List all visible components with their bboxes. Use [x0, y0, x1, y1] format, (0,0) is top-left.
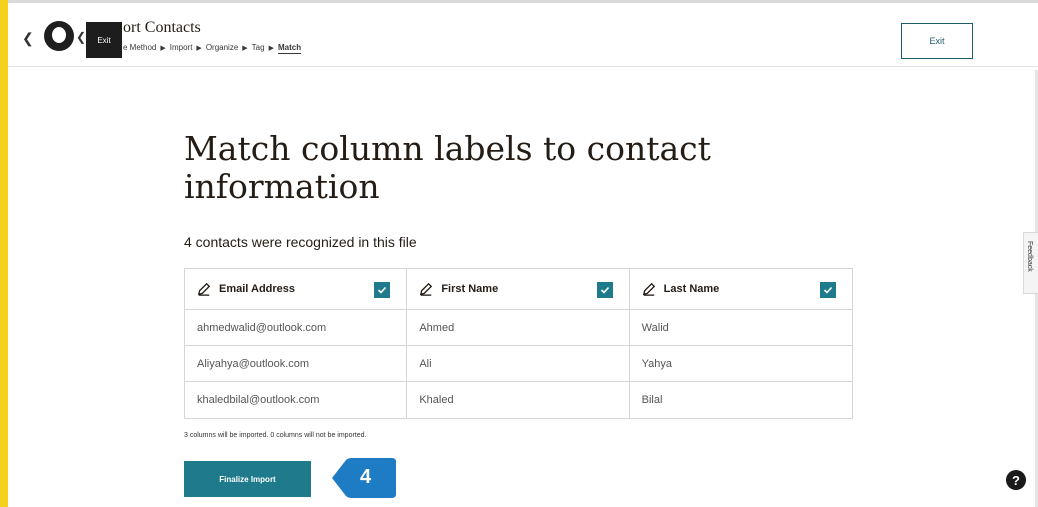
- table-cell: Walid: [641, 321, 669, 334]
- exit-tooltip: Exit: [86, 22, 122, 58]
- table-cell: Ali: [407, 346, 630, 381]
- column-checkbox-first-name[interactable]: [596, 282, 613, 298]
- checkmark-icon: [823, 286, 833, 294]
- pencil-icon[interactable]: [642, 282, 656, 296]
- pencil-icon[interactable]: [419, 282, 433, 296]
- main-heading: Match column labels to contact informati…: [184, 129, 711, 206]
- breadcrumb-item-import[interactable]: Import: [170, 43, 193, 52]
- column-header-email[interactable]: Email Address: [185, 269, 408, 309]
- finalize-import-button[interactable]: Finalize Import: [184, 461, 311, 497]
- table-row: ahmedwalid@outlook.com Ahmed Walid: [185, 310, 852, 346]
- chevron-left-icon[interactable]: ❮: [22, 30, 34, 47]
- column-header-first-name[interactable]: First Name: [407, 269, 630, 309]
- column-label: First Name: [441, 283, 499, 295]
- freddie-logo-icon[interactable]: [44, 21, 74, 51]
- column-checkbox-last-name[interactable]: [819, 282, 836, 298]
- checkmark-icon: [600, 286, 609, 294]
- help-button[interactable]: ?: [1006, 470, 1026, 490]
- breadcrumb: e Method ▶ Import ▶ Organize ▶ Tag ▶ Match: [123, 43, 301, 52]
- table-row: Aliyahya@outlook.com Ali Yahya: [185, 346, 852, 382]
- breadcrumb-item-organize[interactable]: Organize: [206, 43, 238, 52]
- breadcrumb-item-tag[interactable]: Tag: [252, 43, 265, 52]
- column-header-last-name[interactable]: Last Name: [630, 269, 852, 309]
- header-bar: ❮ ❮ ort Contacts e Method ▶ Import ▶ Organiz…: [8, 3, 1038, 67]
- column-label: Last Name: [663, 283, 720, 295]
- table-cell: khaledbilal@outlook.com: [185, 382, 408, 418]
- step-badge: 4: [330, 456, 398, 500]
- chevron-right-icon: ▶: [160, 45, 166, 52]
- table-cell: Aliyahya@outlook.com: [185, 346, 408, 381]
- table-cell: ahmedwalid@outlook.com: [185, 310, 408, 345]
- checkmark-icon: [378, 286, 387, 294]
- question-mark-icon: ?: [1012, 472, 1020, 488]
- table-cell: Bilal: [641, 394, 663, 406]
- step-number: 4: [360, 466, 372, 488]
- table-cell: Ahmed: [407, 310, 630, 345]
- chevron-right-icon: ▶: [268, 45, 274, 52]
- table-header-row: Email Address First Name Last Name: [185, 269, 852, 310]
- breadcrumb-item-match[interactable]: Match: [278, 43, 301, 52]
- column-label: Email Address: [219, 283, 296, 295]
- table-cell: Yahya: [641, 357, 673, 370]
- breadcrumb-item-method[interactable]: e Method: [123, 43, 156, 52]
- left-accent-border: [0, 0, 8, 507]
- feedback-tab[interactable]: Feedback: [1023, 232, 1038, 294]
- chevron-right-icon: ▶: [196, 45, 202, 52]
- chevron-left-icon: ❮: [76, 30, 87, 44]
- column-checkbox-email[interactable]: [374, 282, 391, 298]
- contacts-recognized-text: 4 contacts were recognized in this file: [184, 234, 417, 250]
- chevron-right-icon: ▶: [242, 45, 248, 52]
- column-match-table: Email Address First Name Last Name ahmed…: [184, 268, 853, 419]
- page-title: ort Contacts: [123, 19, 201, 36]
- table-cell: Khaled: [407, 382, 630, 418]
- feedback-label: Feedback: [1026, 241, 1033, 272]
- table-row: khaledbilal@outlook.com Khaled Bilal: [185, 382, 852, 418]
- import-summary-text: 3 columns will be imported. 0 columns wi…: [184, 432, 367, 439]
- exit-button[interactable]: Exit: [901, 23, 973, 59]
- pencil-icon[interactable]: [197, 282, 211, 296]
